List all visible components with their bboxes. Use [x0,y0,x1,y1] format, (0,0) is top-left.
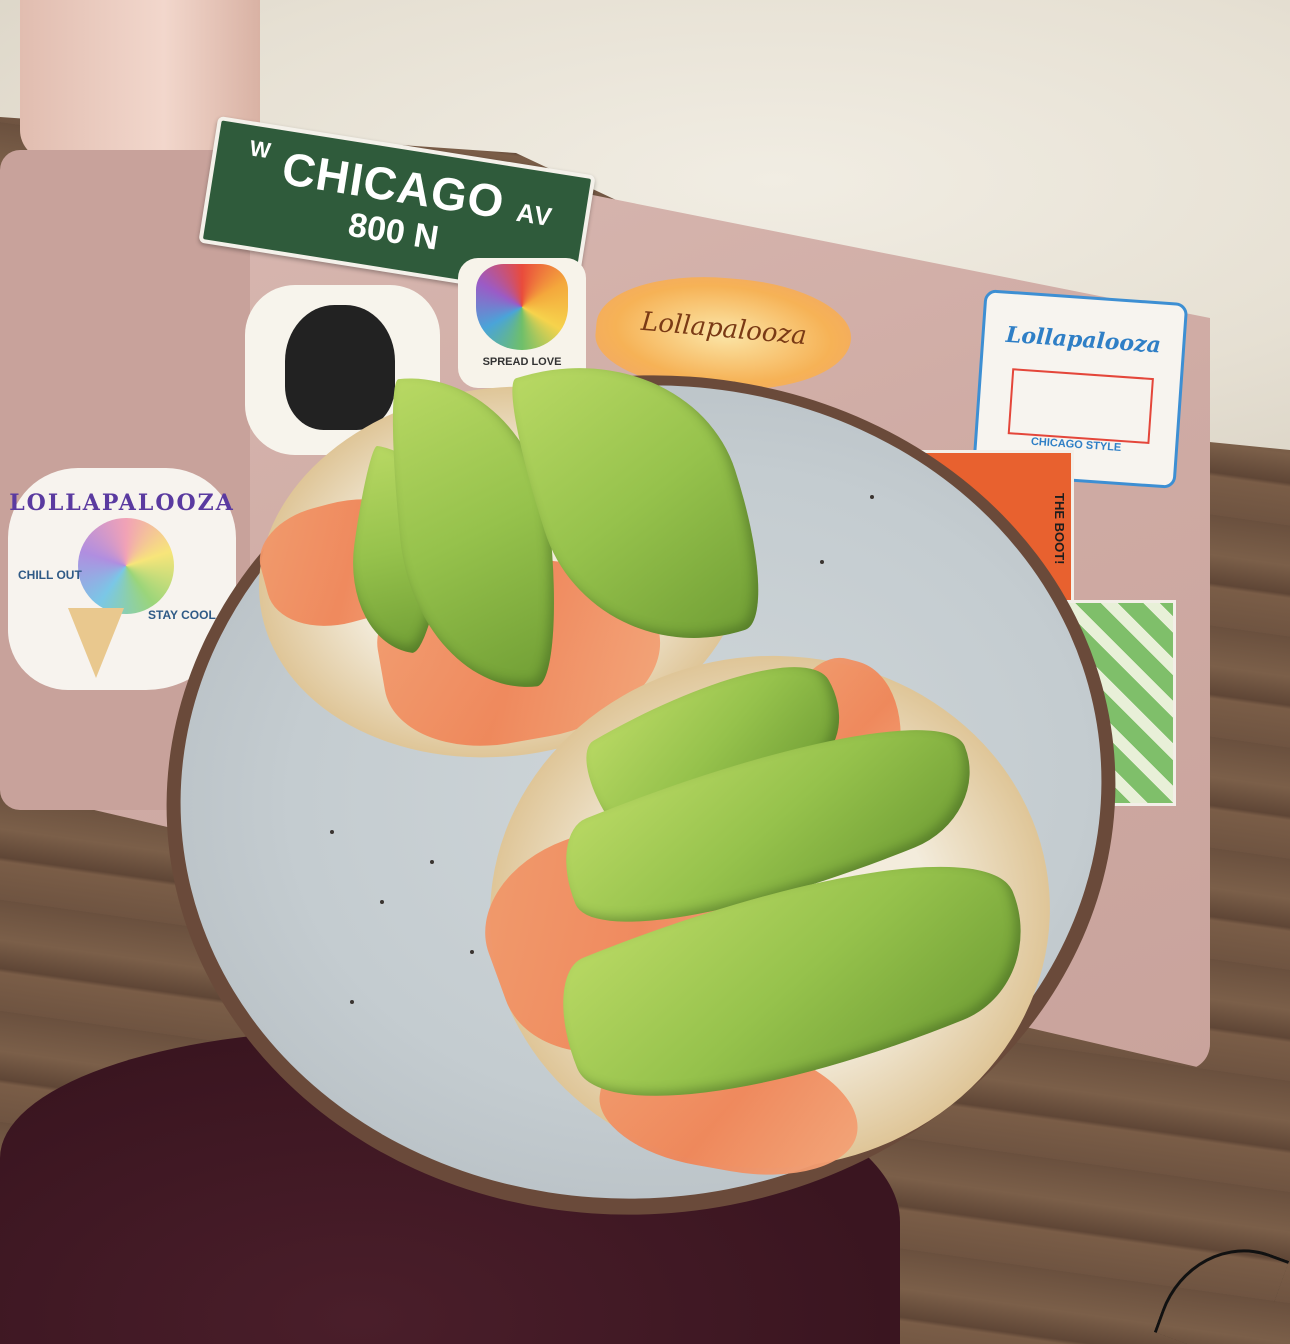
pepper-speck [870,495,874,499]
street-sign-suffix: AV [514,196,555,233]
icecream-cone-icon [68,608,124,678]
figure-silhouette [285,305,395,430]
rainbow-flame-icon [476,264,568,350]
pepper-speck [820,560,824,564]
hotdog-box-icon [1007,368,1154,444]
icecream-arc-text: LOLLAPALOOZA [9,490,235,516]
pepper-speck [430,860,434,864]
icecream-right-text: STAY COOL [148,608,216,622]
photo-scene: W CHICAGO AV 800 N SPREAD LOVE Lollapalo… [0,0,1290,1344]
lollapalooza-box-brand: Lollapalooza [1005,321,1162,359]
pepper-speck [350,1000,354,1004]
icecream-left-text: CHILL OUT [18,568,82,582]
pepper-speck [330,830,334,834]
boot-sticker-text: THE BOOT! [1052,493,1067,565]
pepper-speck [470,950,474,954]
pepper-speck [380,900,384,904]
torch-sticker-text: SPREAD LOVE [482,356,562,368]
lollapalooza-orange-text: Lollapalooza [639,306,808,352]
icecream-scoop-icon [78,518,174,614]
street-sign-prefix: W [247,135,274,164]
